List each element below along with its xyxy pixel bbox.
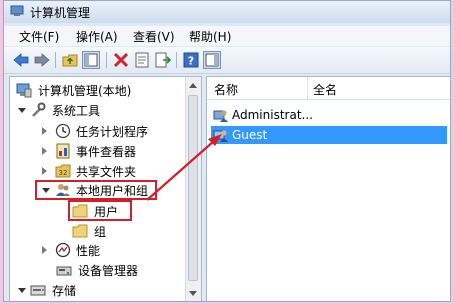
menu-file[interactable]: 文件(F) <box>19 28 59 45</box>
properties-icon[interactable] <box>133 51 151 69</box>
column-header-fullname[interactable]: 全名 <box>313 81 337 98</box>
scrollbar-thumb[interactable] <box>188 95 198 281</box>
storage-icon <box>30 282 46 298</box>
computer-management-icon <box>16 82 32 98</box>
scroll-up-arrow-icon[interactable] <box>189 83 197 88</box>
tree-item-label: 事件查看器 <box>76 145 137 159</box>
event-viewer-icon <box>55 143 71 159</box>
clock-icon <box>55 123 71 139</box>
toolbar-separator <box>106 52 107 68</box>
help-icon[interactable]: ? <box>182 51 200 69</box>
tree-item-label: 存储 <box>52 284 77 298</box>
column-header-name[interactable]: 名称 <box>214 81 238 98</box>
menu-view[interactable]: 查看(V) <box>133 28 175 45</box>
menu-bar: 文件(F) 操作(A) 查看(V) 帮助(H) <box>4 26 450 46</box>
up-folder-icon[interactable] <box>61 51 79 69</box>
computer-management-window: 计算机管理 文件(F) 操作(A) 查看(V) 帮助(H) ? 计算机管理(本地… <box>3 0 451 302</box>
scroll-down-arrow-icon[interactable] <box>189 291 197 296</box>
toolbar-separator <box>55 52 56 68</box>
highlight-local-users-groups <box>35 180 157 200</box>
menu-help[interactable]: 帮助(H) <box>189 28 231 45</box>
shared-folder-icon: 32 <box>55 163 71 179</box>
expand-arrow-icon[interactable] <box>42 147 47 155</box>
delete-icon[interactable] <box>112 51 130 69</box>
show-hide-action-pane-icon[interactable] <box>203 51 221 69</box>
highlight-users <box>68 200 132 221</box>
user-row-guest[interactable]: Guest <box>211 126 447 144</box>
svg-text:32: 32 <box>59 169 68 177</box>
expand-arrow-icon[interactable] <box>18 108 26 113</box>
expand-arrow-icon[interactable] <box>42 246 47 254</box>
user-name: Guest <box>232 128 268 142</box>
svg-text:?: ? <box>188 55 194 68</box>
tree-scrollbar[interactable] <box>185 77 201 301</box>
tree-item-label: 设备管理器 <box>78 264 139 278</box>
show-hide-console-tree-icon[interactable] <box>82 51 100 69</box>
back-arrow-icon[interactable] <box>12 51 30 69</box>
column-divider[interactable] <box>307 77 308 99</box>
expand-arrow-icon[interactable] <box>42 167 47 175</box>
user-name: Administrat... <box>232 108 313 122</box>
details-list[interactable]: 名称 全名 Administrat... Guest <box>206 76 450 301</box>
menu-action[interactable]: 操作(A) <box>76 28 118 45</box>
console-tree[interactable]: 计算机管理(本地) 系统工具 任务计划程序 事件查看器 32 共享文件夹 本地用… <box>9 76 202 301</box>
column-header: 名称 全名 <box>207 77 450 100</box>
tree-item-label: 共享文件夹 <box>76 165 137 179</box>
title-bar[interactable]: 计算机管理 <box>4 1 450 23</box>
window-title: 计算机管理 <box>30 6 91 20</box>
forward-arrow-icon[interactable] <box>33 51 51 69</box>
tools-icon <box>30 102 46 118</box>
device-manager-icon <box>56 262 72 278</box>
tree-item-label: 性能 <box>76 244 101 258</box>
tree-item-label: 计算机管理(本地) <box>38 84 132 98</box>
tree-item-label: 系统工具 <box>52 104 101 118</box>
export-list-icon[interactable] <box>154 51 172 69</box>
user-row-administrator[interactable]: Administrat... <box>211 106 447 124</box>
folder-icon <box>72 223 88 239</box>
toolbar-separator <box>176 52 177 68</box>
expand-arrow-icon[interactable] <box>42 127 47 135</box>
tree-item-label: 任务计划程序 <box>76 125 149 139</box>
computer-management-icon <box>10 5 24 17</box>
tree-item-label: 组 <box>94 225 107 239</box>
performance-icon <box>55 242 71 258</box>
user-icon <box>213 107 229 123</box>
user-icon <box>213 127 229 143</box>
toolbar: ? <box>4 47 450 74</box>
expand-arrow-icon[interactable] <box>18 288 26 293</box>
